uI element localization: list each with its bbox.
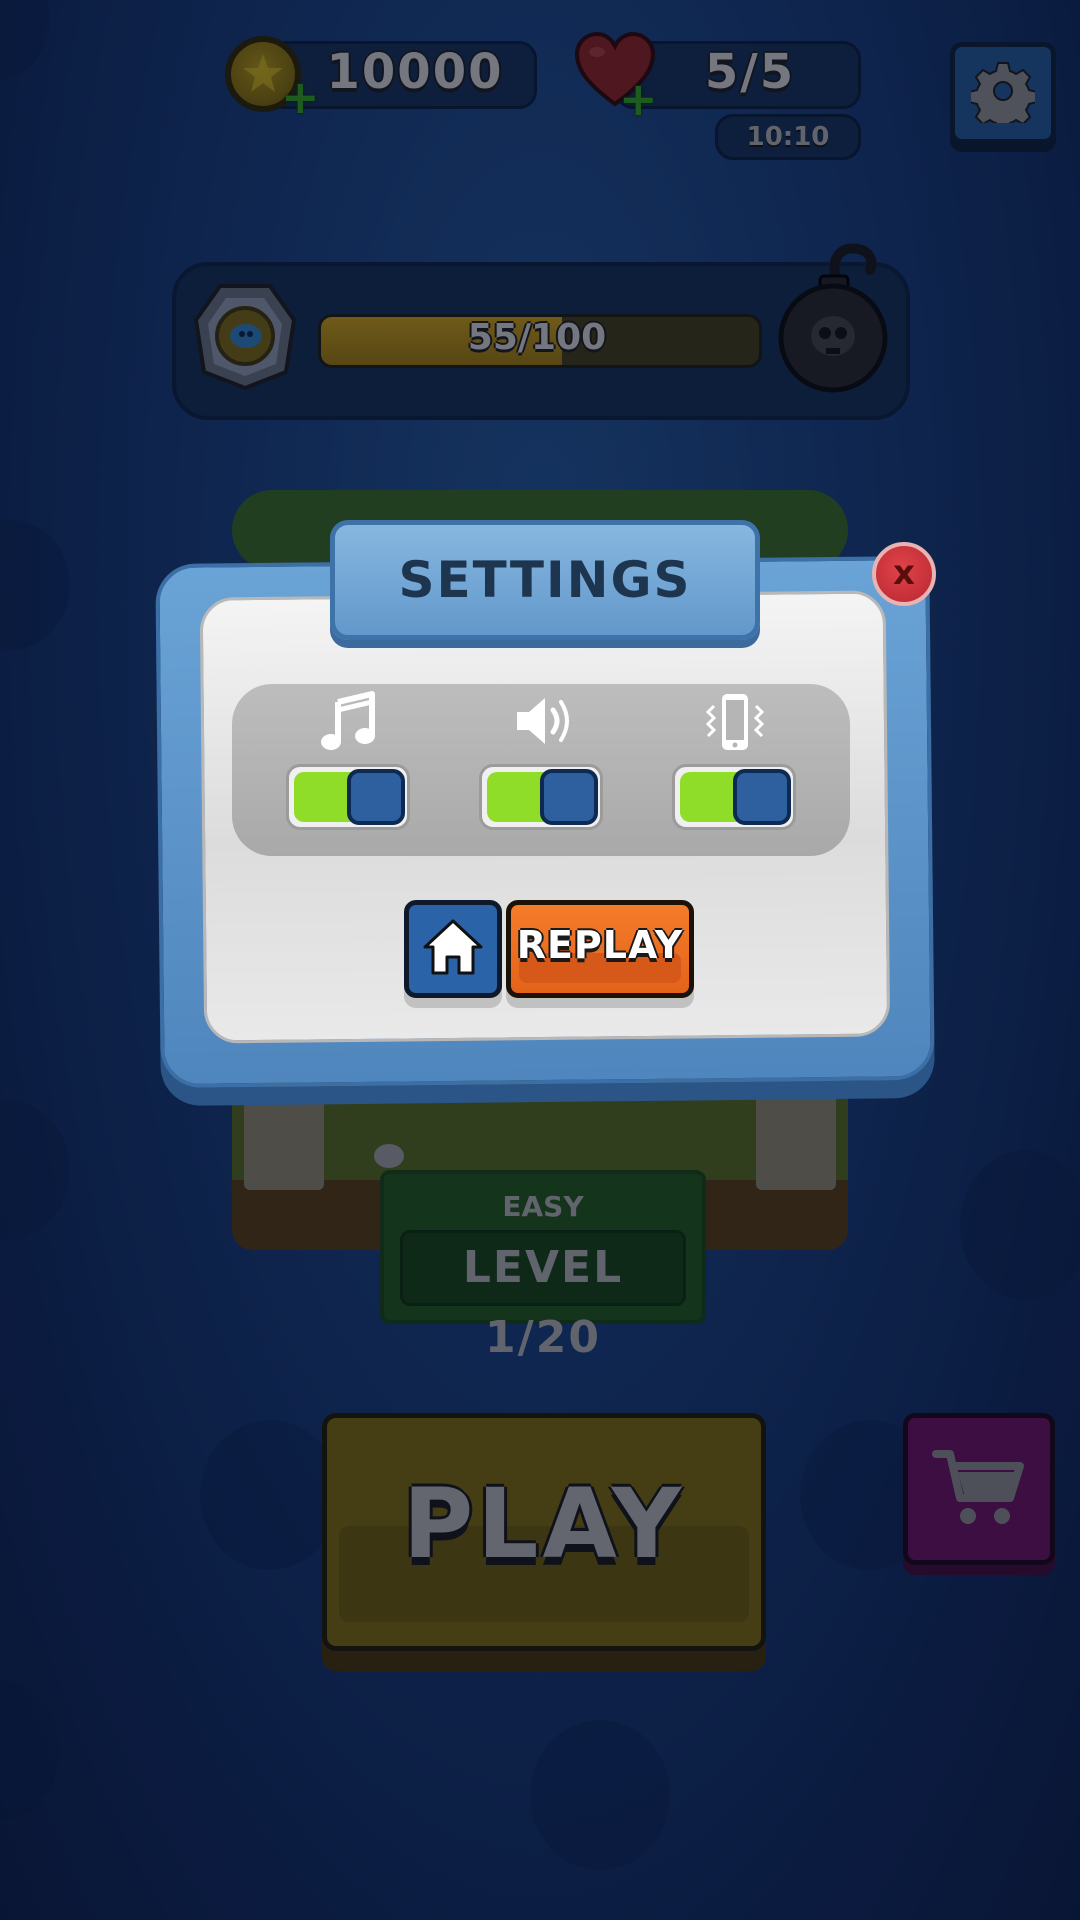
modal-title: SETTINGS — [398, 551, 692, 609]
speaker-icon — [517, 698, 569, 744]
home-button[interactable] — [404, 900, 502, 998]
toggle-knob[interactable] — [733, 769, 791, 825]
toggle-knob[interactable] — [540, 769, 598, 825]
music-toggle[interactable] — [286, 764, 410, 830]
sound-toggle[interactable] — [479, 764, 603, 830]
modal-title-plate: SETTINGS — [330, 520, 760, 640]
replay-label: REPLAY — [516, 923, 684, 967]
close-button[interactable]: x — [872, 542, 936, 606]
replay-button[interactable]: REPLAY — [506, 900, 694, 998]
close-icon: x — [893, 553, 915, 593]
vibration-toggle[interactable] — [672, 764, 796, 830]
sound-setting — [473, 690, 613, 850]
vibration-setting — [666, 690, 806, 850]
vibration-phone-icon — [705, 694, 765, 750]
toggle-knob[interactable] — [347, 769, 405, 825]
music-setting — [280, 690, 420, 850]
home-icon — [423, 919, 483, 975]
music-note-icon — [321, 691, 375, 750]
